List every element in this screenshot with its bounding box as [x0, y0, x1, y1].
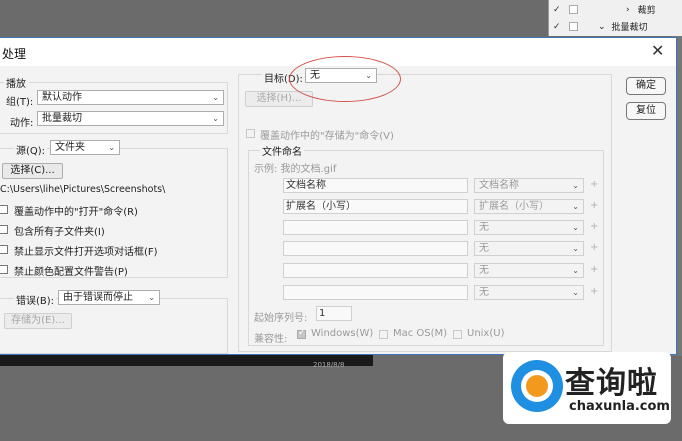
logo-q-icon [511, 360, 563, 412]
compat-mac-checkbox[interactable] [379, 330, 388, 339]
include-subfolders-checkbox[interactable] [0, 225, 8, 234]
chevron-down-icon: ⌄ [572, 181, 579, 190]
add-row-icon[interactable]: + [590, 286, 598, 297]
naming-field-4[interactable] [283, 241, 468, 256]
add-row-icon[interactable]: + [590, 221, 598, 232]
naming-select-2[interactable]: 扩展名（小写） ⌄ [474, 199, 584, 214]
chevron-down-icon: ⌄ [572, 266, 579, 275]
naming-field-3[interactable] [283, 220, 468, 235]
file-naming-label: 文件命名 [260, 143, 304, 158]
naming-select-4[interactable]: 无 ⌄ [474, 241, 584, 256]
expand-chevron-icon[interactable]: › [626, 5, 630, 15]
play-section-label: 播放 [4, 75, 28, 90]
add-row-icon[interactable]: + [590, 264, 598, 275]
suppress-color-warnings-checkbox[interactable] [0, 265, 8, 274]
background-date-text: 2018/8/8 [313, 361, 345, 369]
actions-panel-fragment: ✓ › 裁剪 ✓ ⌄ 批量裁切 [548, 0, 682, 36]
source-choose-button[interactable]: 选择(C)... [2, 163, 63, 179]
group-select[interactable]: 默认动作 ⌄ [37, 90, 224, 105]
check-mark-icon: ✓ [553, 21, 561, 32]
naming-select-1[interactable]: 文档名称 ⌄ [474, 178, 584, 193]
compat-windows-checkbox[interactable] [297, 328, 306, 339]
group-label: 组(T): [6, 97, 34, 108]
include-subfolders-label: 包含所有子文件夹(I) [14, 227, 105, 238]
errors-save-as-button[interactable]: 存储为(E)... [4, 313, 72, 329]
naming-field-2[interactable]: 扩展名（小写） [283, 199, 468, 214]
override-save-as-checkbox[interactable] [246, 129, 255, 138]
toggle-dialog-box[interactable] [569, 22, 578, 31]
suppress-open-dialogs-label: 禁止显示文件打开选项对话框(F) [14, 247, 158, 258]
naming-select-6[interactable]: 无 ⌄ [474, 285, 584, 300]
close-icon[interactable]: ✕ [651, 42, 664, 60]
serial-label: 起始序列号: [254, 313, 308, 324]
chevron-down-icon: ⌄ [212, 93, 219, 102]
actions-panel-label: 批量裁切 [611, 23, 648, 33]
actions-panel-label: 裁剪 [637, 6, 656, 16]
source-path: C:\Users\lihe\Pictures\Screenshots\ [0, 184, 166, 195]
add-row-icon[interactable]: + [590, 242, 598, 253]
compat-windows-label: Windows(W) [311, 328, 374, 339]
actions-panel-row-batch-crop[interactable]: ✓ ⌄ 批量裁切 [549, 18, 682, 35]
naming-field-6[interactable] [283, 285, 468, 300]
ok-button[interactable]: 确定 [626, 77, 666, 95]
override-open-label: 覆盖动作中的"打开"命令(R) [14, 207, 138, 218]
chevron-down-icon: ⌄ [572, 244, 579, 253]
serial-input[interactable]: 1 [316, 306, 352, 321]
chevron-down-icon: ⌄ [572, 288, 579, 297]
reset-button[interactable]: 复位 [626, 102, 666, 120]
chevron-down-icon: ⌄ [212, 114, 219, 123]
naming-select-3[interactable]: 无 ⌄ [474, 220, 584, 235]
logo-chinese-text: 查询啦 [565, 366, 658, 401]
source-label: 源(Q): [14, 142, 48, 157]
suppress-color-warnings-label: 禁止颜色配置文件警告(P) [14, 267, 128, 278]
chevron-down-icon: ⌄ [572, 202, 579, 211]
compat-unix-checkbox[interactable] [453, 330, 462, 339]
naming-example: 示例: 我的文档.gif [254, 164, 337, 175]
compat-unix-label: Unix(U) [467, 328, 505, 339]
errors-select[interactable]: 由于错误而停止 ⌄ [58, 290, 160, 305]
watermark-logo: 查询啦 chaxunla.com [503, 352, 671, 424]
check-mark-icon: ✓ [553, 4, 561, 15]
source-select[interactable]: 文件夹 ⌄ [50, 140, 120, 155]
override-open-checkbox[interactable] [0, 205, 8, 214]
override-save-as-label: 覆盖动作中的"存储为"命令(V) [260, 131, 394, 142]
compat-label: 兼容性: [254, 334, 288, 345]
collapse-chevron-icon[interactable]: ⌄ [598, 22, 606, 32]
add-row-icon[interactable]: + [590, 200, 598, 211]
chevron-down-icon: ⌄ [572, 223, 579, 232]
compat-mac-label: Mac OS(M) [393, 328, 448, 339]
errors-label: 错误(B): [14, 292, 57, 307]
add-row-icon[interactable]: + [590, 179, 598, 190]
chevron-down-icon: ⌄ [108, 143, 115, 152]
chevron-down-icon: ⌄ [148, 293, 155, 302]
naming-field-5[interactable] [283, 263, 468, 278]
action-select[interactable]: 批量裁切 ⌄ [37, 111, 224, 126]
dialog-title: 处理 [2, 47, 27, 61]
naming-select-5[interactable]: 无 ⌄ [474, 263, 584, 278]
toggle-dialog-box[interactable] [569, 5, 578, 14]
annotation-ellipse [289, 56, 401, 102]
logo-latin-text: chaxunla.com [569, 399, 670, 414]
action-label: 动作: [10, 118, 34, 129]
suppress-open-dialogs-checkbox[interactable] [0, 245, 8, 254]
actions-panel-row-crop[interactable]: ✓ › 裁剪 [549, 1, 682, 18]
naming-field-1[interactable]: 文档名称 [283, 178, 468, 193]
